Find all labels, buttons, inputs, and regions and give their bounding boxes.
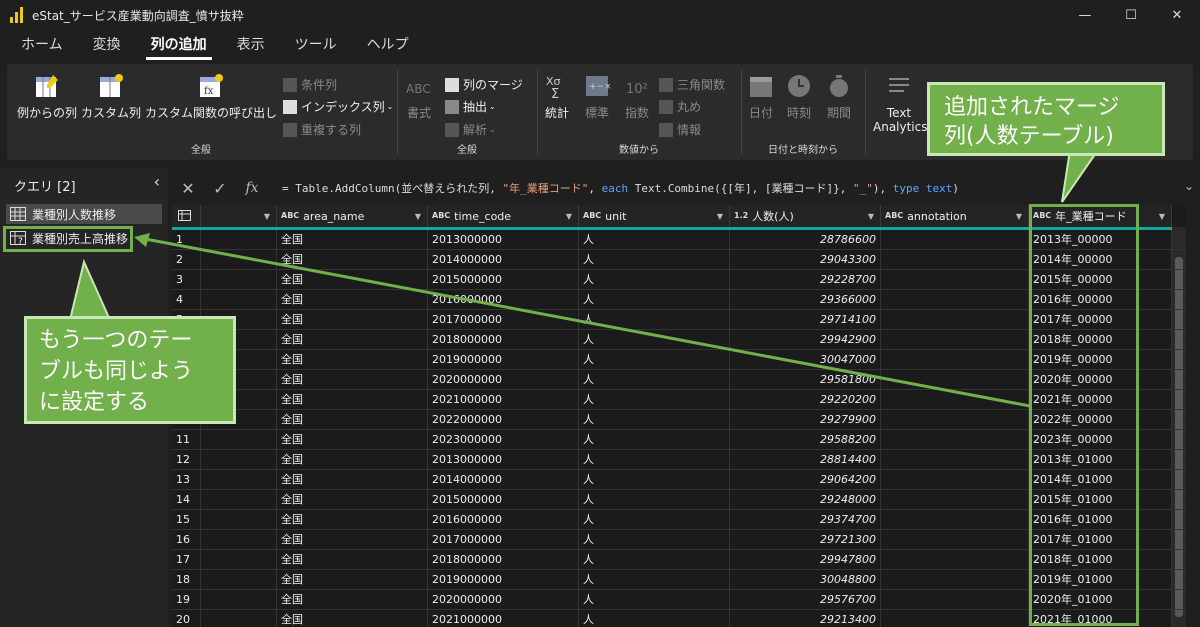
other-table-callout: もう一つのテー ブルも同じよう に設定する xyxy=(24,316,236,424)
merge-column-callout: 追加されたマージ 列(人数テーブル) xyxy=(927,82,1165,156)
